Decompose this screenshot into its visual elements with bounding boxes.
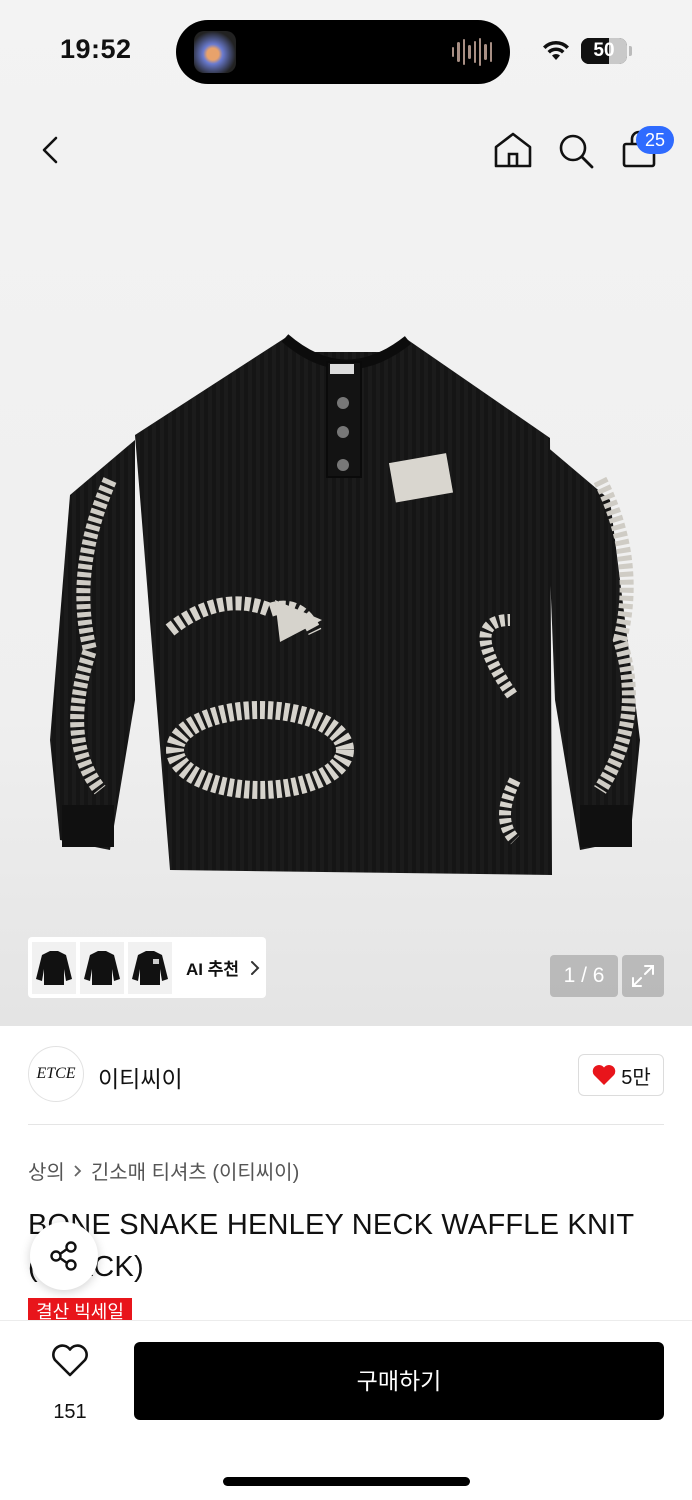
now-playing-art: [194, 31, 236, 73]
thumbnail-2[interactable]: [80, 941, 124, 994]
heart-filled-icon: [592, 1065, 616, 1085]
brand-row: ETCE 이티씨이 5만: [28, 1046, 664, 1106]
back-icon: [42, 136, 58, 164]
cart-count-badge: 25: [636, 126, 674, 154]
breadcrumb: 상의 긴소매 티셔츠 (이티씨이): [28, 1156, 299, 1185]
product-title: BONE SNAKE HENLEY NECK WAFFLE KNIT (BLAC…: [28, 1209, 634, 1283]
product-photo[interactable]: [40, 320, 652, 900]
share-icon: [50, 1241, 77, 1271]
status-time: 19:52: [60, 34, 132, 64]
audio-wave-icon: [452, 38, 492, 66]
expand-button[interactable]: [622, 955, 664, 997]
buy-button[interactable]: 구매하기: [134, 1342, 664, 1420]
ai-recommend-label: AI 추천: [186, 960, 240, 979]
battery-icon: 50: [581, 38, 627, 64]
ai-recommend-strip[interactable]: AI 추천: [28, 937, 266, 998]
divider: [28, 1124, 664, 1125]
chevron-right-icon: [251, 960, 260, 975]
battery-tip: [629, 46, 632, 56]
back-button[interactable]: [28, 126, 74, 174]
chevron-right-icon: [74, 1164, 82, 1177]
breadcrumb-subcategory[interactable]: 긴소매 티셔츠 (이티씨이): [91, 1156, 299, 1185]
shirt-thumbnail-icon: [84, 950, 120, 985]
heart-outline-icon: [52, 1344, 88, 1377]
product-image-area[interactable]: 19:52 50 25 AI 추천 1 / 6: [0, 0, 692, 1026]
brand-logo[interactable]: ETCE: [28, 1046, 84, 1102]
status-bar: 19:52 50: [0, 0, 692, 100]
thumbnail-1[interactable]: [32, 941, 76, 994]
brand-like-count: 5만: [621, 1066, 651, 1089]
wishlist-button[interactable]: 151: [40, 1343, 100, 1423]
breadcrumb-category[interactable]: 상의: [28, 1156, 65, 1185]
share-button[interactable]: [30, 1222, 98, 1290]
search-icon: [559, 134, 594, 169]
shirt-thumbnail-icon: [36, 950, 72, 985]
home-indicator[interactable]: [223, 1477, 470, 1486]
product-detail-screen: 19:52 50 25 AI 추천 1 / 6 ETCE 이티씨이 5만 상의 …: [0, 0, 692, 1500]
home-button[interactable]: [490, 126, 536, 174]
brand-name[interactable]: 이티씨이: [98, 1060, 183, 1094]
thumbnail-3[interactable]: [128, 941, 172, 994]
wifi-icon: [543, 40, 569, 60]
wishlist-count: 151: [53, 1401, 87, 1423]
battery-level: 50: [593, 40, 615, 61]
home-icon: [494, 132, 532, 168]
expand-icon: [632, 965, 654, 987]
shirt-thumbnail-icon: [132, 950, 168, 985]
bottom-purchase-bar: 151 구매하기: [0, 1320, 692, 1500]
image-counter: 1 / 6: [550, 955, 618, 997]
search-button[interactable]: [553, 126, 599, 174]
brand-like-button[interactable]: 5만: [578, 1054, 664, 1096]
dynamic-island[interactable]: [176, 20, 510, 84]
